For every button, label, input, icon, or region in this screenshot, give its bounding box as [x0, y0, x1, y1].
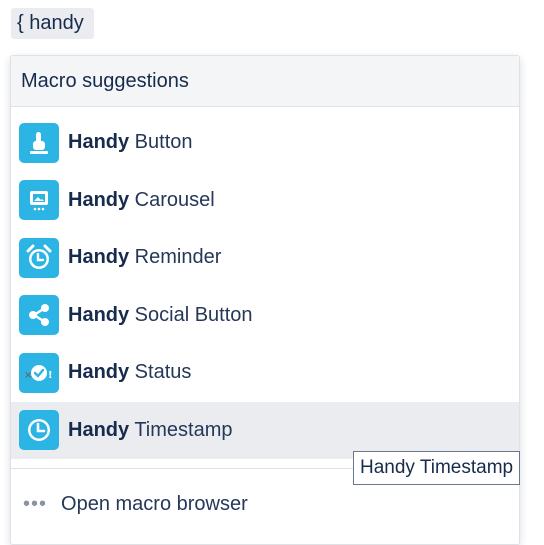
- suggestion-label-bold: Handy: [68, 418, 130, 441]
- suggestion-handy-status[interactable]: × ! Handy Status: [11, 344, 519, 402]
- suggestion-handy-carousel[interactable]: Handy Carousel: [11, 172, 519, 230]
- suggestion-list: Handy Button Handy Carousel Handy Remind…: [11, 107, 519, 459]
- suggestion-label: Status: [129, 361, 192, 384]
- suggestion-label: Timestamp: [129, 418, 233, 441]
- suggestion-handy-reminder[interactable]: Handy Reminder: [11, 229, 519, 287]
- share-icon: [19, 295, 59, 336]
- ellipsis-icon: •••: [23, 493, 48, 515]
- clock-icon: [19, 410, 59, 451]
- suggestion-handy-button[interactable]: Handy Button: [11, 114, 519, 172]
- suggestion-label-bold: Handy: [68, 246, 130, 269]
- macro-query-token[interactable]: { handy: [11, 8, 94, 39]
- tooltip: Handy Timestamp: [353, 451, 521, 485]
- suggestion-label-bold: Handy: [68, 131, 130, 154]
- suggestion-label: Carousel: [129, 188, 215, 211]
- suggestion-label: Social Button: [129, 303, 253, 326]
- alarm-clock-icon: [19, 237, 59, 278]
- suggestion-handy-social-button[interactable]: Handy Social Button: [11, 287, 519, 345]
- status-check-icon: × !: [19, 352, 59, 393]
- dropdown-header: Macro suggestions: [11, 56, 519, 107]
- svg-text:!: !: [48, 370, 53, 381]
- image-carousel-icon: [19, 180, 59, 221]
- pointing-hand-icon: [19, 122, 59, 163]
- suggestion-label-bold: Handy: [68, 361, 130, 384]
- suggestion-label: Reminder: [129, 246, 222, 269]
- suggestion-label-bold: Handy: [68, 188, 130, 211]
- open-macro-browser-label: Open macro browser: [61, 492, 248, 515]
- suggestion-label-bold: Handy: [68, 303, 130, 326]
- suggestion-label: Button: [129, 131, 193, 154]
